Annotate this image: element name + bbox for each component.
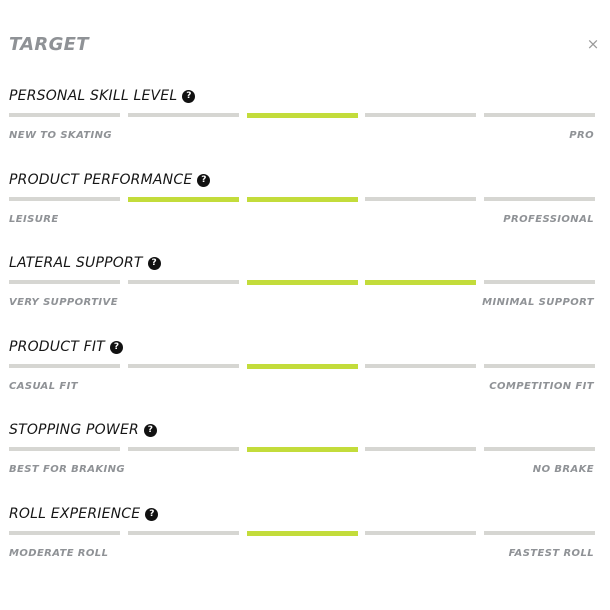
- scale-segment-active: [365, 280, 476, 285]
- scale-segment: [365, 197, 476, 201]
- scale-segment: [9, 197, 120, 201]
- scale-min-label: NEW TO SKATING: [9, 130, 112, 141]
- attribute-product-performance: PRODUCT PERFORMANCE ? LEISURE PROFESSION…: [0, 170, 610, 240]
- scale-segment-active: [247, 447, 358, 452]
- attribute-roll-experience: ROLL EXPERIENCE ? MODERATE ROLL FASTEST …: [0, 504, 610, 574]
- attribute-label: PRODUCT PERFORMANCE: [9, 172, 193, 188]
- attribute-header: PERSONAL SKILL LEVEL ?: [9, 86, 196, 106]
- scale-segment-active: [247, 280, 358, 285]
- attribute-label: LATERAL SUPPORT: [9, 255, 143, 271]
- scale-min-label: VERY SUPPORTIVE: [9, 297, 118, 308]
- scale-segment: [484, 197, 595, 201]
- scale-segment: [365, 531, 476, 535]
- rating-scale: [9, 364, 595, 369]
- target-panel: TARGET × PERSONAL SKILL LEVEL ? NEW TO S…: [0, 0, 610, 610]
- attribute-lateral-support: LATERAL SUPPORT ? VERY SUPPORTIVE MINIMA…: [0, 253, 610, 323]
- scale-min-label: BEST FOR BRAKING: [9, 464, 125, 475]
- scale-max-label: MINIMAL SUPPORT: [482, 297, 594, 308]
- attribute-label: PRODUCT FIT: [9, 339, 105, 355]
- scale-segment-active: [247, 531, 358, 536]
- scale-segment-active: [128, 197, 239, 202]
- rating-scale: [9, 447, 595, 452]
- question-circle-icon[interactable]: ?: [147, 256, 161, 270]
- attribute-stopping-power: STOPPING POWER ? BEST FOR BRAKING NO BRA…: [0, 420, 610, 490]
- attribute-label: STOPPING POWER: [9, 422, 139, 438]
- scale-segment: [9, 447, 120, 451]
- rating-scale: [9, 531, 595, 536]
- attribute-product-fit: PRODUCT FIT ? CASUAL FIT COMPETITION FIT: [0, 337, 610, 407]
- scale-segment-active: [247, 113, 358, 118]
- attribute-label: ROLL EXPERIENCE: [9, 506, 141, 522]
- question-circle-icon[interactable]: ?: [197, 173, 211, 187]
- scale-segment: [484, 531, 595, 535]
- attribute-header: PRODUCT PERFORMANCE ?: [9, 170, 211, 190]
- scale-segment: [128, 447, 239, 451]
- scale-segment: [484, 447, 595, 451]
- scale-segment-active: [247, 364, 358, 369]
- close-icon[interactable]: ×: [586, 36, 600, 52]
- attribute-header: STOPPING POWER ?: [9, 420, 157, 440]
- scale-segment-active: [247, 197, 358, 202]
- attribute-header: PRODUCT FIT ?: [9, 337, 123, 357]
- question-circle-icon[interactable]: ?: [109, 340, 123, 354]
- attribute-label: PERSONAL SKILL LEVEL: [9, 88, 178, 104]
- scale-min-label: LEISURE: [9, 214, 59, 225]
- question-circle-icon[interactable]: ?: [143, 423, 157, 437]
- scale-segment: [128, 531, 239, 535]
- rating-scale: [9, 280, 595, 285]
- attribute-header: LATERAL SUPPORT ?: [9, 253, 161, 273]
- scale-segment: [484, 364, 595, 368]
- scale-max-label: PRO: [569, 130, 594, 141]
- scale-max-label: FASTEST ROLL: [508, 548, 594, 559]
- attribute-skill-level: PERSONAL SKILL LEVEL ? NEW TO SKATING PR…: [0, 86, 610, 156]
- scale-segment: [365, 447, 476, 451]
- scale-segment: [128, 364, 239, 368]
- question-circle-icon[interactable]: ?: [182, 89, 196, 103]
- rating-scale: [9, 113, 595, 118]
- scale-segment: [365, 113, 476, 117]
- scale-segment: [484, 113, 595, 117]
- scale-max-label: PROFESSIONAL: [503, 214, 594, 225]
- scale-segment: [9, 364, 120, 368]
- scale-min-label: CASUAL FIT: [9, 381, 78, 392]
- scale-segment: [128, 113, 239, 117]
- scale-segment: [365, 364, 476, 368]
- scale-max-label: COMPETITION FIT: [489, 381, 594, 392]
- scale-segment: [9, 280, 120, 284]
- scale-segment: [484, 280, 595, 284]
- scale-min-label: MODERATE ROLL: [9, 548, 109, 559]
- attribute-header: ROLL EXPERIENCE ?: [9, 504, 159, 524]
- scale-max-label: NO BRAKE: [532, 464, 594, 475]
- panel-title: TARGET: [9, 34, 89, 55]
- rating-scale: [9, 197, 595, 202]
- scale-segment: [9, 113, 120, 117]
- scale-segment: [9, 531, 120, 535]
- scale-segment: [128, 280, 239, 284]
- question-circle-icon[interactable]: ?: [145, 507, 159, 521]
